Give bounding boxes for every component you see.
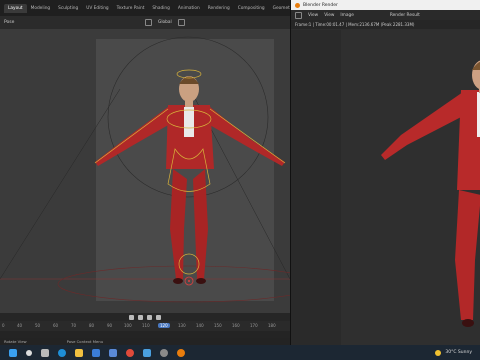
blender-icon[interactable] bbox=[177, 348, 185, 357]
system-tray: 30°C Sunny bbox=[435, 345, 472, 360]
transform-orientation-icon[interactable] bbox=[145, 19, 152, 26]
menu-view[interactable]: View bbox=[308, 13, 318, 18]
playback-controls bbox=[0, 313, 290, 321]
weather-text[interactable]: 30°C Sunny bbox=[445, 350, 472, 355]
orientation-select[interactable]: Global bbox=[158, 20, 172, 25]
task-view-icon[interactable] bbox=[41, 348, 49, 357]
mail-icon[interactable] bbox=[92, 348, 100, 357]
timeline-tick: 130 bbox=[178, 323, 186, 328]
tab-uv-editing[interactable]: UV Editing bbox=[82, 4, 112, 13]
blender-main-window: Layout Modeling Sculpting UV Editing Tex… bbox=[0, 0, 348, 345]
render-window-title: Blender Render bbox=[303, 2, 338, 8]
timeline-tick: 0 bbox=[2, 323, 5, 328]
jump-start-icon[interactable] bbox=[129, 314, 134, 320]
play-reverse-icon[interactable] bbox=[138, 314, 143, 320]
render-left-panel bbox=[291, 30, 341, 345]
menu-image[interactable]: Image bbox=[340, 13, 353, 18]
viewport-scene bbox=[0, 29, 290, 313]
file-explorer-icon[interactable] bbox=[75, 348, 83, 357]
viewport-header: Pose Global bbox=[0, 16, 290, 29]
tab-compositing[interactable]: Compositing bbox=[234, 4, 269, 13]
store-icon[interactable] bbox=[109, 348, 117, 357]
tab-rendering[interactable]: Rendering bbox=[204, 4, 234, 13]
render-window: Blender Render View View Image Render Re… bbox=[290, 0, 480, 345]
timeline-tick: 80 bbox=[89, 323, 95, 328]
snap-icon[interactable] bbox=[177, 19, 185, 26]
tab-modeling[interactable]: Modeling bbox=[27, 4, 55, 13]
tab-animation[interactable]: Animation bbox=[174, 4, 204, 13]
status-context-menu: Pose Context Menu bbox=[66, 339, 104, 344]
render-window-titlebar[interactable]: Blender Render bbox=[291, 0, 480, 10]
timeline-tick: 110 bbox=[142, 323, 150, 328]
timeline-ruler[interactable]: 0 40 50 60 70 80 90 100 110 120 130 140 … bbox=[0, 321, 290, 331]
timeline-tick: 50 bbox=[35, 323, 41, 328]
menu-view-2[interactable]: View bbox=[324, 13, 334, 18]
timeline-tick: 170 bbox=[250, 323, 258, 328]
timeline-tick: 180 bbox=[268, 323, 276, 328]
timeline-tick: 150 bbox=[214, 323, 222, 328]
settings-icon[interactable] bbox=[160, 348, 168, 357]
3d-viewport[interactable] bbox=[0, 29, 290, 313]
status-rotate-view: Rotate View bbox=[4, 339, 27, 344]
tab-shading[interactable]: Shading bbox=[148, 4, 173, 13]
windows-start-icon[interactable] bbox=[9, 348, 17, 357]
weather-icon bbox=[435, 349, 442, 356]
editor-type-icon[interactable] bbox=[295, 11, 302, 19]
tab-texture-paint[interactable]: Texture Paint bbox=[113, 4, 149, 13]
blender-logo-icon bbox=[295, 2, 300, 8]
jump-end-icon[interactable] bbox=[156, 314, 161, 320]
current-frame-indicator[interactable]: 120 bbox=[158, 323, 170, 328]
timeline-tick: 100 bbox=[124, 323, 132, 328]
edge-icon[interactable] bbox=[58, 348, 66, 357]
search-icon[interactable] bbox=[26, 349, 32, 356]
render-result-canvas[interactable] bbox=[341, 30, 480, 345]
chrome-icon[interactable] bbox=[126, 348, 134, 357]
tab-layout[interactable]: Layout bbox=[4, 3, 27, 13]
render-slot-select[interactable]: Render Result bbox=[390, 13, 420, 18]
mode-select[interactable]: Pose bbox=[4, 20, 14, 25]
windows-taskbar: 30°C Sunny bbox=[0, 345, 480, 360]
tab-sculpting[interactable]: Sculpting bbox=[54, 4, 82, 13]
render-menu-bar: View View Image Render Result bbox=[291, 10, 480, 20]
timeline-tick: 70 bbox=[71, 323, 77, 328]
render-stats: Frame:1 | Time:00:01.47 | Mem:2136.67M (… bbox=[291, 20, 480, 29]
photos-icon[interactable] bbox=[143, 348, 151, 357]
render-image bbox=[341, 30, 480, 345]
timeline-tick: 90 bbox=[107, 323, 113, 328]
status-bar: Rotate View Pose Context Menu bbox=[0, 338, 290, 345]
workspace-tabs: Layout Modeling Sculpting UV Editing Tex… bbox=[0, 0, 348, 16]
timeline-tick: 140 bbox=[196, 323, 204, 328]
timeline-tick: 40 bbox=[17, 323, 23, 328]
play-icon[interactable] bbox=[147, 314, 152, 320]
timeline-tick: 160 bbox=[232, 323, 240, 328]
timeline-tick: 60 bbox=[53, 323, 59, 328]
